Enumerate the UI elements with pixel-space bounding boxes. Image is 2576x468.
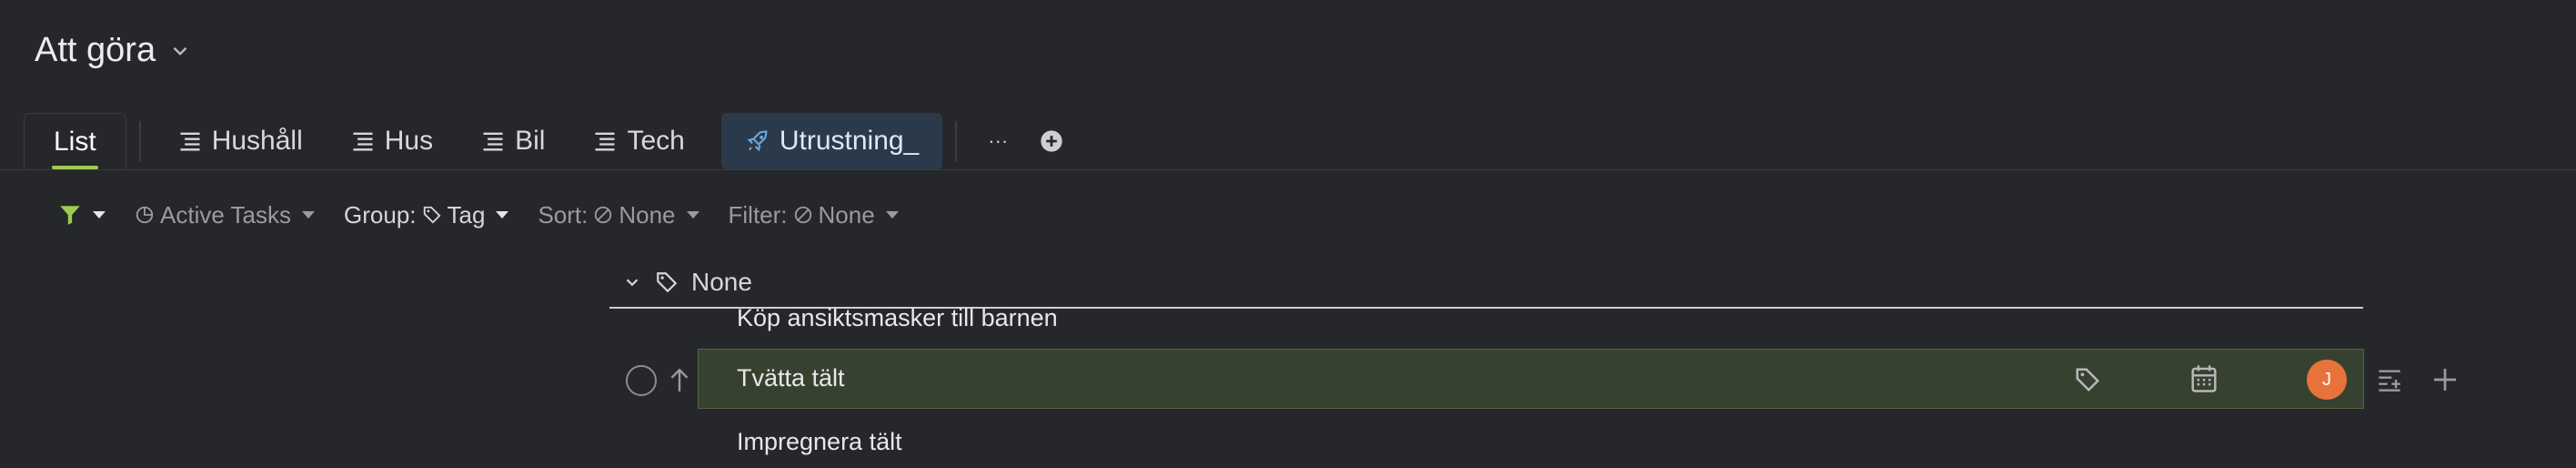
avatar-initial: J	[2322, 369, 2331, 390]
tab-bil[interactable]: Bil	[457, 113, 569, 169]
page-title[interactable]: Att göra	[35, 31, 192, 70]
more-views-button[interactable]: ···	[970, 113, 1026, 169]
list-view-icon	[353, 132, 373, 151]
active-tasks-dropdown[interactable]: Active Tasks	[135, 200, 316, 229]
task-title[interactable]: Impregnera tält	[737, 428, 902, 456]
tabs-divider	[0, 169, 2576, 170]
quick-filter-button[interactable]	[58, 203, 106, 227]
tag-icon	[423, 206, 441, 224]
list-view-icon	[595, 132, 615, 151]
task-title[interactable]: Tvätta tält	[737, 364, 845, 392]
task-checkbox[interactable]	[626, 365, 657, 396]
tab-hushall[interactable]: Hushåll	[154, 113, 327, 169]
tab-tech[interactable]: Tech	[569, 113, 708, 169]
group-prefix: Group:	[344, 200, 417, 229]
pie-chart-icon	[136, 206, 154, 224]
active-tasks-label: Active Tasks	[160, 200, 292, 229]
filter-value: None	[818, 200, 875, 229]
plus-circle-icon	[1041, 130, 1062, 152]
tab-list[interactable]: List	[24, 113, 126, 169]
group-header[interactable]: None	[622, 268, 752, 297]
filter-bar: Active Tasks Group: Tag Sort: None Filte…	[58, 197, 899, 233]
list-view-icon	[180, 132, 200, 151]
page-title-text: Att göra	[35, 31, 156, 69]
tab-bil-label: Bil	[515, 126, 546, 156]
task-title[interactable]: Köp ansiktsmasker till barnen	[737, 304, 1058, 332]
group-label: None	[691, 268, 752, 296]
chevron-down-icon	[173, 46, 187, 56]
filter-dropdown[interactable]: Filter: None	[729, 201, 899, 229]
list-view-icon	[483, 132, 503, 151]
add-view-button[interactable]	[1026, 113, 1077, 169]
group-dropdown[interactable]: Group: Tag	[344, 200, 509, 229]
chevron-down-icon	[93, 211, 106, 219]
tab-hushall-label: Hushåll	[211, 126, 303, 156]
plus-icon[interactable]	[2430, 365, 2460, 394]
none-icon	[794, 206, 811, 224]
none-icon	[595, 206, 612, 224]
funnel-icon	[60, 206, 80, 225]
chevron-down-icon	[496, 211, 509, 219]
tab-separator	[955, 121, 958, 161]
calendar-icon[interactable]	[2190, 364, 2218, 393]
tag-icon[interactable]	[2074, 366, 2101, 393]
chevron-down-icon	[686, 211, 699, 219]
group-value: Tag	[447, 200, 486, 229]
chevron-down-icon	[885, 211, 899, 219]
tag-icon	[657, 272, 678, 293]
tab-list-label: List	[54, 126, 96, 157]
tab-tech-label: Tech	[627, 126, 685, 156]
sort-dropdown[interactable]: Sort: None	[538, 201, 699, 229]
tab-utrustning-label: Utrustning_	[779, 126, 920, 156]
view-tabs: List Hushåll Hus Bil Tech Utrustning_ ··…	[24, 113, 1077, 169]
chevron-down-icon	[302, 211, 316, 219]
filter-prefix: Filter:	[728, 200, 788, 229]
tab-hus-label: Hus	[384, 126, 434, 156]
sort-prefix: Sort:	[538, 200, 589, 229]
add-subtask-icon[interactable]	[2376, 367, 2403, 392]
tab-separator	[138, 121, 141, 161]
tab-hus[interactable]: Hus	[327, 113, 457, 169]
assignee-avatar[interactable]: J	[2307, 360, 2347, 400]
rocket-icon	[747, 130, 768, 152]
chevron-down-icon	[626, 279, 639, 287]
more-views-label: ···	[988, 129, 1009, 152]
arrow-up-icon[interactable]	[668, 366, 691, 393]
sort-value: None	[619, 200, 676, 229]
task-row-selected[interactable]	[698, 349, 2364, 409]
tab-utrustning[interactable]: Utrustning_	[720, 113, 943, 169]
